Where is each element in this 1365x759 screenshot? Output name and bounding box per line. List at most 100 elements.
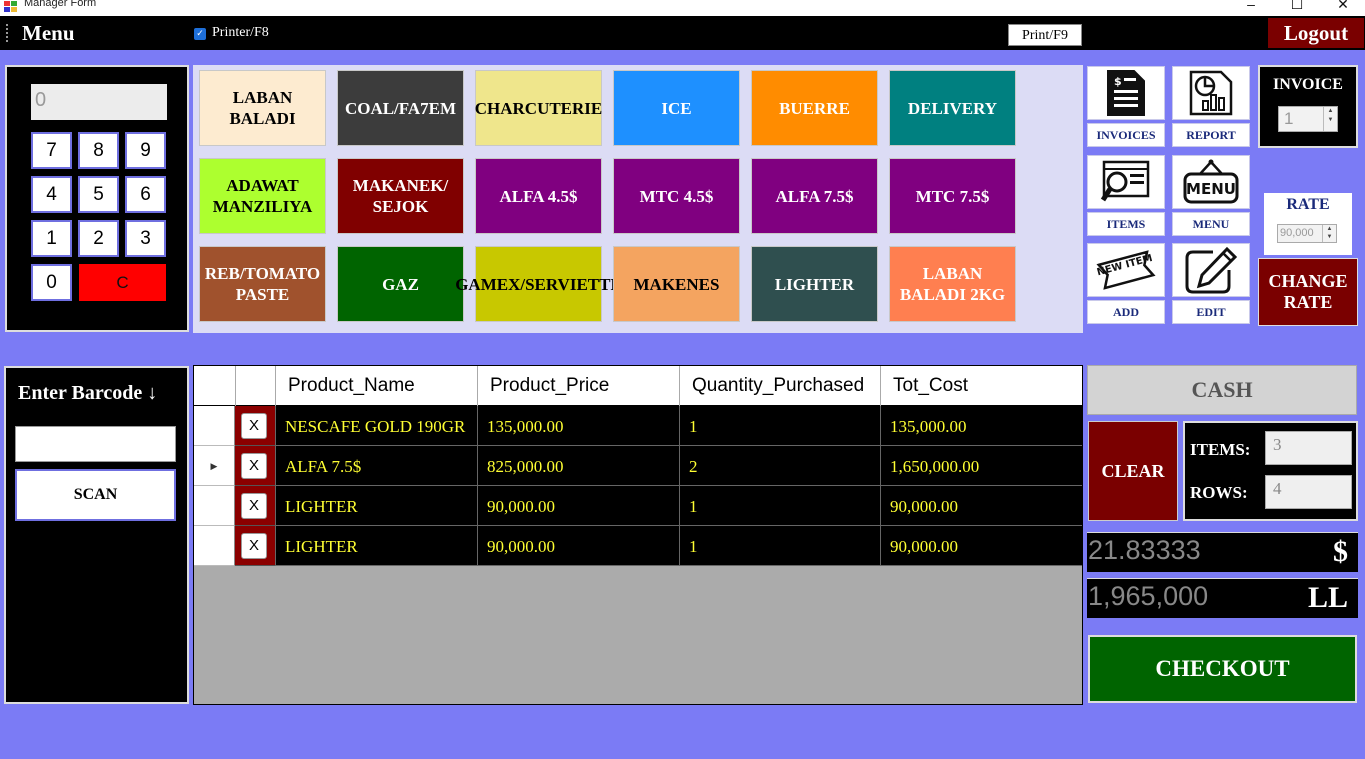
column-header-quantity[interactable]: Quantity_Purchased (679, 366, 880, 406)
usd-total-display: 21.83333 $ (1087, 532, 1358, 572)
items-label: ITEMS (1087, 212, 1165, 236)
menu-board-icon: MENU (1172, 155, 1250, 209)
table-header: Product_Name Product_Price Quantity_Purc… (194, 366, 1082, 406)
cell-total-cost[interactable]: 90,000.00 (880, 486, 1082, 526)
column-header-product-name[interactable]: Product_Name (275, 366, 477, 406)
cell-product-name[interactable]: ALFA 7.5$ (275, 446, 477, 486)
category-button[interactable]: MAKANEK/ SEJOK (337, 158, 464, 234)
row-selector[interactable] (194, 526, 235, 566)
menu-item-menu[interactable]: Menu (22, 21, 75, 46)
logout-button[interactable]: Logout (1268, 18, 1364, 48)
category-button[interactable]: MTC 7.5$ (889, 158, 1016, 234)
key-clear[interactable]: C (79, 264, 166, 301)
printer-checkbox-label[interactable]: Printer/F8 (212, 25, 269, 41)
remove-row-button[interactable]: X (241, 493, 267, 519)
rate-panel: RATE 90,000 ▲ ▼ (1264, 193, 1352, 255)
scan-button[interactable]: SCAN (15, 469, 176, 521)
category-button[interactable]: DELIVERY (889, 70, 1016, 146)
remove-row-button[interactable]: X (241, 533, 267, 559)
rows-count-label: ROWS: (1190, 483, 1248, 502)
invoice-number-spinner[interactable]: 1 ▲ ▼ (1278, 106, 1338, 132)
close-button[interactable]: ✕ (1328, 0, 1358, 13)
cell-total-cost[interactable]: 1,650,000.00 (880, 446, 1082, 486)
printer-checkbox[interactable]: ✓ (194, 28, 206, 40)
edit-label: EDIT (1172, 300, 1250, 324)
remove-row-button[interactable]: X (241, 413, 267, 439)
key-3[interactable]: 3 (125, 220, 166, 257)
rows-count-value: 4 (1265, 475, 1352, 509)
category-button[interactable]: ADAWAT MANZILIYA (199, 158, 326, 234)
print-button[interactable]: Print/F9 (1008, 24, 1082, 46)
invoice-panel: INVOICE 1 ▲ ▼ (1258, 65, 1358, 148)
cell-product-name[interactable]: LIGHTER (275, 526, 477, 566)
window-title-bar: Manager Form – ☐ ✕ (0, 0, 1365, 16)
category-button[interactable]: GAMEX/SERVIETTE (455, 246, 622, 322)
key-2[interactable]: 2 (78, 220, 119, 257)
category-button[interactable]: LIGHTER (751, 246, 878, 322)
column-header-product-price[interactable]: Product_Price (477, 366, 679, 406)
cart-table: Product_Name Product_Price Quantity_Purc… (193, 365, 1083, 705)
key-0[interactable]: 0 (31, 264, 72, 301)
remove-cell: X (235, 486, 275, 526)
category-button[interactable]: GAZ (337, 246, 464, 322)
key-6[interactable]: 6 (125, 176, 166, 213)
row-selector[interactable] (194, 486, 235, 526)
table-row[interactable]: X LIGHTER 90,000.00 1 90,000.00 (194, 486, 1082, 526)
cell-product-price[interactable]: 90,000.00 (477, 486, 679, 526)
row-selector[interactable] (194, 406, 235, 446)
barcode-label: Enter Barcode ↓ (18, 382, 158, 404)
key-1[interactable]: 1 (31, 220, 72, 257)
cell-quantity[interactable]: 1 (679, 406, 880, 446)
key-4[interactable]: 4 (31, 176, 72, 213)
category-button[interactable]: MAKENES (613, 246, 740, 322)
window-title: Manager Form (24, 0, 97, 9)
column-header-total-cost[interactable]: Tot_Cost (880, 366, 1082, 406)
spinner-arrows-icon[interactable]: ▲ ▼ (1322, 225, 1336, 242)
checkout-button[interactable]: CHECKOUT (1088, 635, 1357, 703)
cell-total-cost[interactable]: 135,000.00 (880, 406, 1082, 446)
category-button[interactable]: BUERRE (751, 70, 878, 146)
cell-total-cost[interactable]: 90,000.00 (880, 526, 1082, 566)
minimize-button[interactable]: – (1236, 0, 1266, 12)
key-9[interactable]: 9 (125, 132, 166, 169)
cell-product-price[interactable]: 135,000.00 (477, 406, 679, 446)
maximize-button[interactable]: ☐ (1282, 0, 1312, 13)
row-selector[interactable]: ▶ (194, 446, 235, 486)
category-button[interactable]: ICE (613, 70, 740, 146)
category-button[interactable]: COAL/FA7EM (337, 70, 464, 146)
category-button[interactable]: ALFA 4.5$ (475, 158, 602, 234)
cell-quantity[interactable]: 1 (679, 486, 880, 526)
table-row[interactable]: ▶ X ALFA 7.5$ 825,000.00 2 1,650,000.00 (194, 446, 1082, 486)
category-button[interactable]: MTC 4.5$ (613, 158, 740, 234)
key-8[interactable]: 8 (78, 132, 119, 169)
cell-product-name[interactable]: NESCAFE GOLD 190GR (275, 406, 477, 446)
rate-label: RATE (1286, 196, 1330, 213)
invoice-document-icon: $ (1087, 66, 1165, 120)
key-7[interactable]: 7 (31, 132, 72, 169)
key-5[interactable]: 5 (78, 176, 119, 213)
table-row[interactable]: X LIGHTER 90,000.00 1 90,000.00 (194, 526, 1082, 566)
menu-icon-text: MENU (1186, 180, 1236, 198)
category-button[interactable]: REB/TOMATO PASTE (199, 246, 326, 322)
category-button[interactable]: CHARCUTERIE (475, 70, 602, 146)
items-count-label: ITEMS: (1190, 440, 1251, 459)
clear-button[interactable]: CLEAR (1088, 421, 1178, 521)
rate-spinner[interactable]: 90,000 ▲ ▼ (1277, 224, 1337, 243)
lbp-total-value: 1,965,000 (1088, 581, 1209, 611)
remove-row-button[interactable]: X (241, 453, 267, 479)
change-rate-button[interactable]: CHANGE RATE (1258, 258, 1358, 326)
category-button[interactable]: LABAN BALADI 2KG (889, 246, 1016, 322)
category-button[interactable]: LABAN BALADI (199, 70, 326, 146)
cell-product-price[interactable]: 825,000.00 (477, 446, 679, 486)
barcode-input[interactable] (15, 426, 176, 462)
table-row[interactable]: X NESCAFE GOLD 190GR 135,000.00 1 135,00… (194, 406, 1082, 446)
spinner-arrows-icon[interactable]: ▲ ▼ (1323, 107, 1337, 131)
category-button[interactable]: ALFA 7.5$ (751, 158, 878, 234)
cell-product-name[interactable]: LIGHTER (275, 486, 477, 526)
cash-button[interactable]: CASH (1087, 365, 1357, 415)
cell-quantity[interactable]: 1 (679, 526, 880, 566)
keypad-display[interactable]: 0 (31, 84, 167, 120)
cell-quantity[interactable]: 2 (679, 446, 880, 486)
cell-product-price[interactable]: 90,000.00 (477, 526, 679, 566)
toolbar-grip[interactable] (6, 24, 8, 42)
